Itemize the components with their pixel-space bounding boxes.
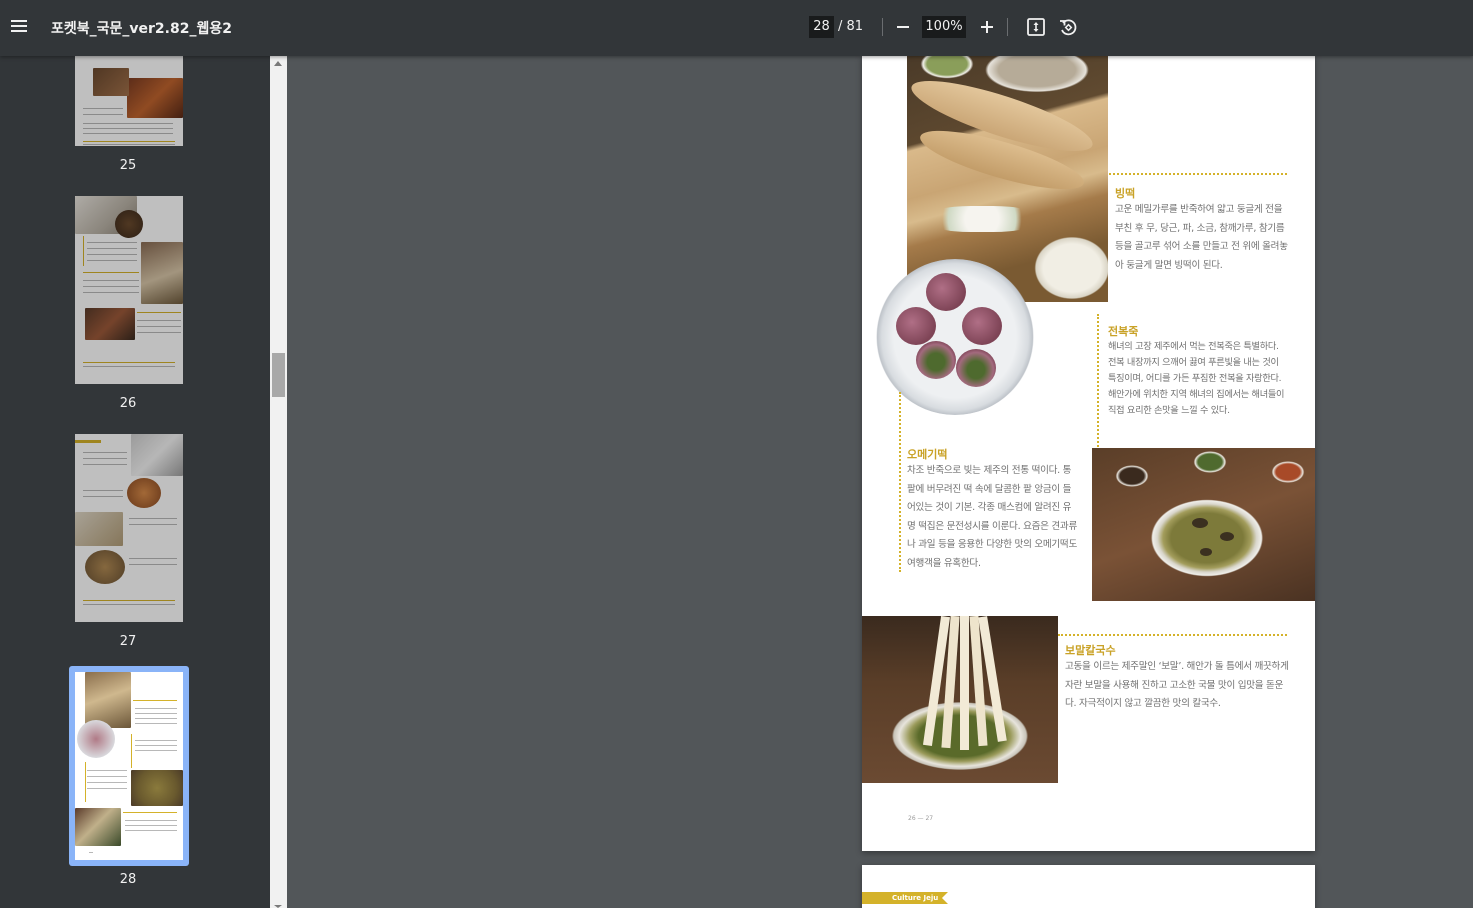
jeonbokjuk-divider [1097, 314, 1099, 447]
zoom-level-input[interactable]: 100% [922, 16, 966, 38]
hamburger-menu-icon[interactable] [6, 12, 34, 40]
rotate-icon[interactable] [1057, 16, 1079, 38]
thumbnail-page-25[interactable] [75, 56, 183, 146]
document-page-28: 빙떡 고운 메밀가루를 반죽하여 얇고 둥글게 전을 부친 후 무, 당근, 파… [862, 56, 1315, 851]
pdf-viewer: 포켓북_국문_ver2.82_웹용2 28 / 81 100% 25 26 27… [0, 0, 1473, 908]
jeonbokjuk-body: 해녀의 고장 제주에서 먹는 전복죽은 특별하다. 전복 내장까지 으깨어 끓여… [1108, 341, 1285, 416]
thumbnail-label-28: 28 [119, 872, 137, 887]
page-folio: 26 — 27 [908, 815, 934, 822]
jeonbokjuk-title: 전복죽 [1108, 325, 1139, 338]
toolbar: 포켓북_국문_ver2.82_웹용2 28 / 81 100% [0, 0, 1473, 56]
bomalkalguksu-photo [862, 616, 1058, 783]
thumbnail-page-28[interactable] [75, 672, 183, 860]
sidebar-scrollbar[interactable] [270, 56, 287, 908]
thumbnail-page-27[interactable] [75, 434, 183, 622]
document-page-29: Culture Jeju [862, 865, 1315, 908]
plus-icon[interactable] [979, 17, 995, 37]
jeonbokjuk-photo [1092, 448, 1315, 601]
document-title: 포켓북_국문_ver2.82_웹용2 [51, 21, 232, 37]
omegitteok-divider [899, 392, 901, 572]
toolbar-divider [882, 18, 883, 36]
bingtteok-divider [1109, 173, 1287, 175]
page-number-input[interactable]: 28 [809, 16, 834, 38]
thumbnail-sidebar: 25 26 27 28 [0, 56, 270, 908]
omegitteok-body: 차조 반죽으로 빚는 제주의 전통 떡이다. 통팥에 버무려진 떡 속에 달콤한… [907, 465, 1077, 569]
thumbnail-label-26: 26 [119, 396, 137, 411]
page-total-count: / 81 [838, 19, 864, 34]
fit-to-page-icon[interactable] [1025, 16, 1047, 38]
scroll-up-arrow-icon[interactable] [274, 61, 282, 66]
bingtteok-title: 빙떡 [1115, 187, 1136, 200]
scrollbar-thumb[interactable] [272, 353, 285, 397]
toolbar-divider [1007, 18, 1008, 36]
bingtteok-body: 고운 메밀가루를 반죽하여 얇고 둥글게 전을 부친 후 무, 당근, 파, 소… [1115, 204, 1288, 271]
thumbnail-label-25: 25 [119, 158, 137, 173]
omegitteok-title: 오메기떡 [907, 448, 948, 461]
thumbnail-page-26[interactable] [75, 196, 183, 384]
bomalkalguksu-divider [1058, 634, 1287, 636]
culture-jeju-tag: Culture Jeju [862, 892, 948, 904]
bomalkalguksu-body: 고동을 이르는 제주말인 ‘보말’. 해안가 돌 틈에서 깨끗하게 자란 보말을… [1065, 661, 1289, 709]
bomalkalguksu-title: 보말칼국수 [1065, 644, 1116, 657]
minus-icon[interactable] [895, 17, 911, 37]
thumbnail-label-27: 27 [119, 634, 137, 649]
